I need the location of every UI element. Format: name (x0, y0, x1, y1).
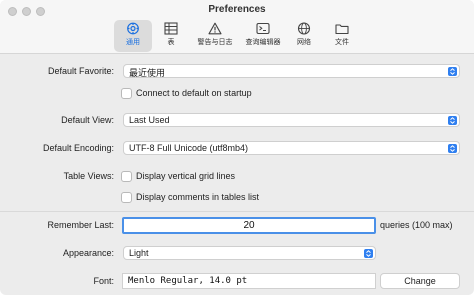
globe-icon (297, 22, 311, 35)
appearance-select[interactable]: Light (123, 246, 376, 260)
vertical-grid-checkbox[interactable] (121, 171, 132, 182)
tab-alerts-logs-label: 警告与日志 (197, 39, 233, 46)
default-favorite-select[interactable]: 最近使用 (123, 64, 460, 78)
connect-on-startup-checkbox[interactable] (121, 88, 132, 99)
terminal-icon (256, 22, 270, 35)
chevron-updown-icon (448, 144, 457, 153)
default-favorite-value: 最近使用 (129, 68, 166, 78)
connect-on-startup-label: Connect to default on startup (136, 88, 252, 98)
folder-icon (335, 22, 349, 35)
table-comments-checkbox[interactable] (121, 192, 132, 203)
remember-last-value: 20 (243, 220, 255, 231)
appearance-value: Light (129, 248, 149, 258)
gear-icon (126, 22, 140, 35)
change-font-button[interactable]: Change (380, 273, 460, 289)
chevron-updown-icon (448, 116, 457, 125)
font-label: Font: (93, 276, 114, 286)
general-settings-panel: Default Favorite: 最近使用 Connect to defaul… (0, 55, 474, 295)
default-view-value: Last Used (129, 115, 170, 125)
tab-network-label: 网络 (297, 39, 311, 46)
window-title: Preferences (208, 4, 266, 15)
tab-general-label: 通用 (126, 39, 140, 46)
remember-last-input[interactable]: 20 (122, 217, 376, 234)
table-icon (164, 22, 178, 35)
table-comments-label: Display comments in tables list (136, 192, 260, 202)
default-encoding-select[interactable]: UTF-8 Full Unicode (utf8mb4) (123, 141, 460, 155)
tab-general[interactable]: 通用 (114, 20, 152, 52)
font-value: Menlo Regular, 14.0 pt (128, 276, 248, 286)
table-views-label: Table Views: (63, 171, 114, 181)
remember-last-suffix: queries (100 max) (380, 220, 453, 230)
vertical-grid-label: Display vertical grid lines (136, 171, 236, 181)
tab-network[interactable]: 网络 (290, 20, 318, 52)
tab-files[interactable]: 文件 (328, 20, 356, 52)
default-view-label: Default View: (61, 115, 114, 125)
tab-tables[interactable]: 表 (156, 20, 186, 52)
tab-query-editor-label: 查询编辑器 (245, 39, 281, 46)
remember-last-label: Remember Last: (47, 220, 114, 230)
tab-files-label: 文件 (335, 39, 349, 46)
default-encoding-value: UTF-8 Full Unicode (utf8mb4) (129, 143, 249, 153)
tab-tables-label: 表 (167, 39, 175, 46)
section-divider (0, 211, 474, 212)
title-bar: Preferences 通用 表 警告与日志 查询编辑器 网络 文件 (0, 0, 474, 54)
chevron-updown-icon (364, 249, 373, 258)
default-encoding-label: Default Encoding: (42, 143, 114, 153)
default-view-select[interactable]: Last Used (123, 113, 460, 127)
preferences-window: Preferences 通用 表 警告与日志 查询编辑器 网络 文件 Defau… (0, 0, 474, 295)
chevron-updown-icon (448, 67, 457, 76)
default-favorite-label: Default Favorite: (47, 66, 114, 76)
warning-icon (208, 22, 222, 35)
tab-alerts-logs[interactable]: 警告与日志 (190, 20, 240, 52)
tab-query-editor[interactable]: 查询编辑器 (240, 20, 286, 52)
appearance-label: Appearance: (62, 248, 114, 258)
font-display-field: Menlo Regular, 14.0 pt (122, 273, 376, 289)
